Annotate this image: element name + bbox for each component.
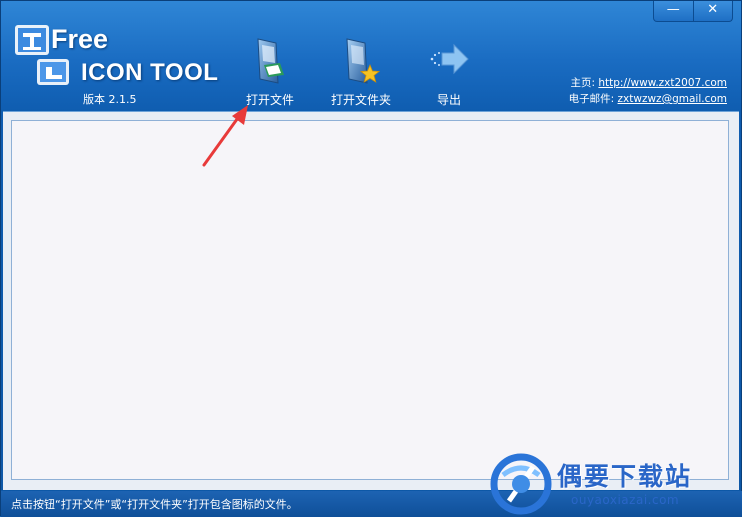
version-label: 版本 2.1.5 — [83, 93, 137, 106]
contact-links: 主页: http://www.zxt2007.com 电子邮件: zxtwzwz… — [569, 75, 727, 107]
email-link[interactable]: zxtwzwz@gmail.com — [618, 93, 727, 105]
logo-title-free: Free — [51, 24, 109, 54]
open-file-button[interactable]: 打开文件 — [230, 35, 310, 107]
export-label: 导出 — [436, 93, 461, 107]
status-text: 点击按钮“打开文件”或“打开文件夹”打开包含图标的文件。 — [11, 498, 298, 511]
icon-list-area[interactable] — [11, 120, 729, 480]
watermark-url: ouyaoxiazai.com — [571, 493, 680, 507]
email-line: 电子邮件: zxtwzwz@gmail.com — [569, 91, 727, 107]
window-controls: — ✕ — [653, 1, 733, 22]
logo-title-icon-tool: ICON TOOL — [81, 59, 219, 86]
watermark-logo-icon — [490, 453, 552, 515]
open-folder-button[interactable]: 打开文件夹 — [321, 35, 401, 107]
open-folder-label: 打开文件夹 — [330, 93, 391, 107]
homepage-link[interactable]: http://www.zxt2007.com — [598, 77, 727, 89]
email-label: 电子邮件: — [568, 93, 615, 105]
open-folder-icon — [346, 38, 381, 84]
watermark-name: 偶要下载站 — [557, 462, 693, 491]
app-window: — ✕ Free ICON TOOL 版本 2.1.5 打开文件 打开文件夹 导… — [0, 0, 742, 517]
content-frame — [3, 111, 739, 490]
export-arrow-icon — [430, 43, 469, 75]
app-logo: Free ICON TOOL 版本 2.1.5 — [13, 21, 233, 111]
homepage-label: 主页: — [570, 77, 596, 89]
open-file-label: 打开文件 — [245, 93, 294, 107]
open-file-icon — [257, 38, 284, 84]
close-button[interactable]: ✕ — [692, 1, 733, 21]
export-button[interactable]: 导出 — [409, 35, 489, 107]
site-watermark: 偶要下载站 ouyaoxiazai.com — [489, 453, 735, 515]
homepage-line: 主页: http://www.zxt2007.com — [569, 75, 727, 91]
minimize-button[interactable]: — — [654, 1, 693, 21]
